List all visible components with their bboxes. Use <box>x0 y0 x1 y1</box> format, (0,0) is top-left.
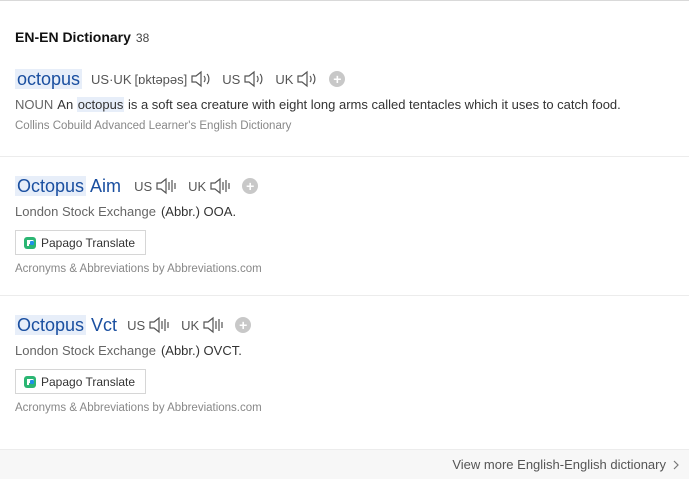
footer-bar: View more English-English dictionary <box>0 449 689 479</box>
papago-translate-button[interactable]: Papago Translate <box>15 230 147 255</box>
result-count: 38 <box>135 31 150 45</box>
abbreviation: (Abbr.) OOA. <box>160 204 237 219</box>
entry-divider <box>0 295 689 296</box>
speaker-icon[interactable] <box>209 176 233 196</box>
speaker-icon[interactable] <box>155 176 179 196</box>
papago-translate-label: Papago Translate <box>41 235 136 250</box>
definition: London Stock Exchange (Abbr.) OOA. <box>15 204 689 219</box>
definition: NOUN An octopus is a soft sea creature wi… <box>15 97 621 112</box>
section-title: EN-EN Dictionary <box>15 29 131 45</box>
speaker-icon[interactable] <box>148 315 172 335</box>
pron-label-uk: UK <box>181 317 200 333</box>
papago-logo-icon <box>24 236 36 249</box>
dictionary-source: Acronyms & Abbreviations by Abbreviation… <box>15 263 262 275</box>
phonetic-transcription: [ɒktəpəs] <box>134 71 188 87</box>
entry-octopus-vct: Octopus Vct US UK + London Stock Exchang… <box>15 313 689 414</box>
view-more-link[interactable]: View more English-English dictionary <box>452 457 680 472</box>
entry-divider <box>0 156 689 157</box>
part-of-speech: NOUN <box>15 97 54 112</box>
speaker-icon[interactable] <box>190 69 214 89</box>
dictionary-source: Collins Cobuild Advanced Learner's Engli… <box>15 120 292 132</box>
chevron-right-icon <box>673 460 679 469</box>
dictionary-source: Acronyms & Abbreviations by Abbreviation… <box>15 402 262 414</box>
speaker-icon[interactable] <box>202 315 226 335</box>
headword-link[interactable]: octopus <box>15 68 83 90</box>
speaker-icon[interactable] <box>243 69 267 89</box>
headword-link[interactable]: Octopus Vct <box>15 314 117 336</box>
section-header: EN-EN Dictionary 38 <box>15 29 149 47</box>
definition-highlight: octopus <box>76 97 125 112</box>
pron-label-us: US <box>134 178 153 194</box>
speaker-icon[interactable] <box>296 69 320 89</box>
plus-icon[interactable]: + <box>242 178 259 194</box>
pron-label-uk: UK <box>275 71 294 87</box>
headword-link[interactable]: Octopus Aim <box>15 175 121 197</box>
abbreviation: (Abbr.) OVCT. <box>160 343 242 358</box>
papago-translate-button[interactable]: Papago Translate <box>15 369 147 394</box>
pron-label-uk: UK <box>188 178 207 194</box>
pron-label-us: US <box>127 317 146 333</box>
plus-icon[interactable]: + <box>329 71 346 87</box>
view-more-label: View more English-English dictionary <box>452 457 666 472</box>
plus-icon[interactable]: + <box>235 317 252 333</box>
subject-label: London Stock Exchange <box>15 343 156 358</box>
pron-label-us: US <box>222 71 241 87</box>
papago-logo-icon <box>24 375 36 388</box>
top-border <box>0 0 689 1</box>
entry-octopus-aim: Octopus Aim US UK + London Stock Exchang… <box>15 174 689 275</box>
definition: London Stock Exchange (Abbr.) OVCT. <box>15 343 689 358</box>
pron-label-us-uk: US·UK <box>91 71 132 87</box>
entry-octopus: octopus US·UK [ɒktəpəs] US UK + NOUN An o… <box>15 67 689 132</box>
subject-label: London Stock Exchange <box>15 204 156 219</box>
papago-translate-label: Papago Translate <box>41 374 136 389</box>
